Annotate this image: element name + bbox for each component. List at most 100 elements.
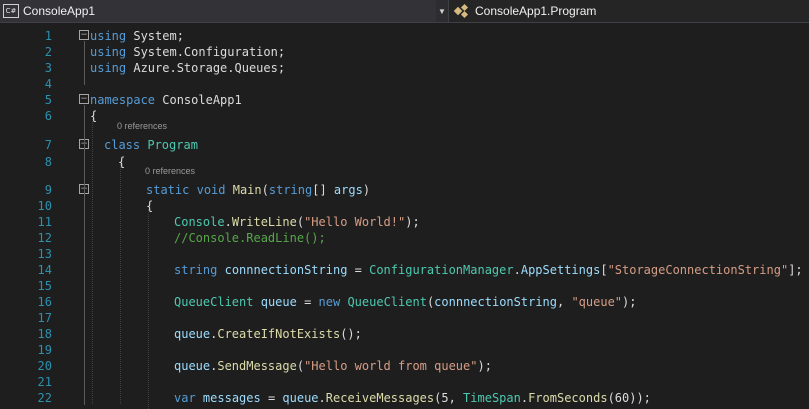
code-line[interactable]: queue.SendMessage("Hello world from queu… bbox=[174, 358, 492, 374]
code-token: (60)); bbox=[607, 391, 651, 405]
member-dropdown[interactable]: ConsoleApp1.Program bbox=[449, 0, 809, 22]
code-token: ); bbox=[477, 359, 492, 373]
code-token: string bbox=[174, 263, 218, 277]
code-token: [] bbox=[312, 183, 334, 197]
code-line[interactable]: namespace ConsoleApp1 bbox=[90, 92, 242, 108]
line-number: 22 bbox=[37, 391, 52, 405]
code-token: System.Configuration; bbox=[126, 45, 286, 59]
code-token: FromSeconds bbox=[528, 391, 608, 405]
code-token: var bbox=[174, 391, 196, 405]
code-token: namespace bbox=[90, 93, 156, 107]
chevron-down-icon[interactable]: ▼ bbox=[436, 0, 448, 22]
line-number: 1 bbox=[44, 29, 52, 43]
code-token: args bbox=[333, 183, 363, 197]
project-label: ConsoleApp1 bbox=[23, 4, 96, 18]
code-line[interactable]: Console.WriteLine("Hello World!"); bbox=[174, 214, 420, 230]
indent-guide bbox=[148, 209, 149, 409]
line-number: 12 bbox=[37, 231, 52, 245]
line-number: 20 bbox=[37, 359, 52, 373]
collapse-icon[interactable]: − bbox=[79, 30, 89, 40]
code-token: Azure.Storage.Queues; bbox=[126, 61, 286, 75]
line-number: 5 bbox=[44, 93, 52, 107]
code-token: new bbox=[318, 295, 341, 309]
line-number: 4 bbox=[44, 77, 52, 91]
fold-line bbox=[84, 105, 85, 405]
code-line[interactable]: static void Main(string[] args) bbox=[146, 182, 370, 198]
code-token: ); bbox=[622, 295, 637, 309]
code-token: { bbox=[90, 109, 98, 123]
code-token: messages bbox=[202, 391, 261, 405]
code-token: . bbox=[513, 263, 521, 277]
code-token: ) bbox=[362, 183, 371, 197]
indent-guide bbox=[120, 164, 121, 404]
code-token: (5, bbox=[434, 391, 464, 405]
code-token: = bbox=[260, 391, 283, 405]
code-line[interactable]: { bbox=[90, 108, 97, 124]
code-token: connnectionString bbox=[434, 295, 557, 309]
code-token: class bbox=[104, 138, 141, 152]
codelens-references[interactable]: 0 references bbox=[117, 121, 167, 131]
line-number: 7 bbox=[44, 138, 52, 152]
code-line[interactable]: //Console.ReadLine(); bbox=[174, 230, 326, 246]
code-token: ReceiveMessages bbox=[325, 391, 435, 405]
code-token: static bbox=[146, 183, 190, 197]
code-line[interactable]: queue.CreateIfNotExists(); bbox=[174, 326, 362, 342]
project-dropdown[interactable]: C# ConsoleApp1 ▼ bbox=[0, 0, 449, 22]
line-number: 8 bbox=[44, 155, 52, 169]
code-token: using bbox=[90, 61, 127, 75]
code-token: . bbox=[520, 391, 529, 405]
csharp-project-icon: C# bbox=[3, 4, 19, 18]
code-token: queue bbox=[260, 295, 297, 309]
code-token: queue bbox=[282, 391, 319, 405]
code-token: ); bbox=[405, 215, 420, 229]
line-number: 18 bbox=[37, 327, 52, 341]
line-number: 9 bbox=[44, 183, 52, 197]
code-token: ConsoleApp1 bbox=[155, 93, 242, 107]
code-token: = bbox=[296, 295, 319, 309]
code-token: , bbox=[557, 295, 572, 309]
code-line[interactable]: { bbox=[146, 198, 153, 214]
code-editor[interactable]: 12345678910111213141516171819202122 −−−−… bbox=[0, 23, 809, 409]
line-number: 13 bbox=[37, 247, 52, 261]
code-token: "Hello World!" bbox=[304, 215, 406, 229]
code-token: connnectionString bbox=[224, 263, 348, 277]
code-token: AppSettings bbox=[520, 263, 601, 277]
line-number: 11 bbox=[37, 215, 52, 229]
code-token: CreateIfNotExists bbox=[217, 327, 341, 341]
code-line[interactable]: class Program bbox=[104, 137, 198, 153]
code-token: [ bbox=[600, 263, 608, 277]
line-number: 21 bbox=[37, 375, 52, 389]
line-number: 19 bbox=[37, 343, 52, 357]
code-token: TimeSpan bbox=[463, 391, 521, 405]
code-line[interactable]: QueueClient queue = new QueueClient(conn… bbox=[174, 294, 636, 310]
code-token: Console bbox=[174, 215, 225, 229]
code-line[interactable]: using Azure.Storage.Queues; bbox=[90, 60, 285, 76]
code-token: = bbox=[347, 263, 370, 277]
code-token: ( bbox=[296, 215, 305, 229]
code-token: queue bbox=[174, 359, 211, 373]
code-line[interactable]: { bbox=[118, 154, 125, 170]
line-number: 14 bbox=[37, 263, 52, 277]
code-token: QueueClient bbox=[174, 295, 254, 309]
code-token: using bbox=[90, 45, 127, 59]
code-token: SendMessage bbox=[217, 359, 297, 373]
code-token: QueueClient bbox=[347, 295, 427, 309]
code-token: Main bbox=[232, 183, 262, 197]
code-token: "queue" bbox=[571, 295, 623, 309]
code-token: string bbox=[268, 183, 313, 197]
code-token: void bbox=[196, 183, 226, 197]
code-token: "StorageConnectionString" bbox=[607, 263, 789, 277]
collapse-icon[interactable]: − bbox=[79, 94, 89, 104]
code-line[interactable]: using System; bbox=[90, 28, 184, 44]
code-line[interactable]: using System.Configuration; bbox=[90, 44, 285, 60]
code-token: WriteLine bbox=[231, 215, 297, 229]
fold-line bbox=[84, 41, 85, 85]
line-number: 15 bbox=[37, 279, 52, 293]
line-number: 17 bbox=[37, 311, 52, 325]
code-line[interactable]: string connnectionString = Configuration… bbox=[174, 262, 803, 278]
codelens-references[interactable]: 0 references bbox=[145, 166, 195, 176]
